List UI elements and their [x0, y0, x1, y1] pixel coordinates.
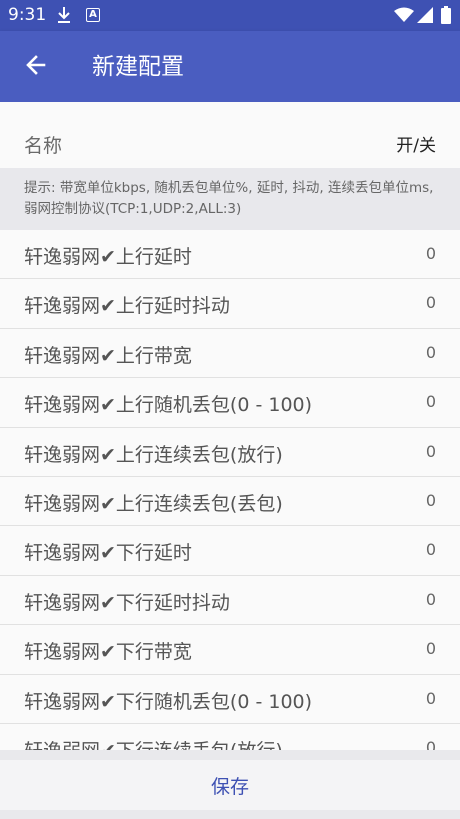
setting-label: 轩逸弱网✔上行随机丢包(0 - 100) — [24, 394, 313, 417]
wifi-icon — [394, 7, 414, 27]
setting-label: 轩逸弱网✔上行连续丢包(丢包) — [24, 492, 283, 515]
setting-row[interactable]: 轩逸弱网✔下行带宽 0 — [0, 625, 460, 675]
setting-row[interactable]: 轩逸弱网✔下行延时 0 — [0, 526, 460, 576]
setting-value: 0 — [425, 293, 436, 313]
save-button[interactable]: 保存 — [0, 760, 460, 810]
setting-row[interactable]: 轩逸弱网✔上行延时 0 — [0, 230, 460, 280]
setting-row[interactable]: 轩逸弱网✔上行带宽 0 — [0, 328, 460, 379]
app-bar: 新建配置 — [0, 31, 460, 102]
setting-value: 0 — [425, 392, 436, 412]
setting-row[interactable]: 轩逸弱网✔下行延时抖动 0 — [0, 575, 460, 626]
setting-row[interactable]: 轩逸弱网✔上行连续丢包(放行) 0 — [0, 427, 460, 477]
setting-value: 0 — [425, 688, 436, 708]
setting-value: 0 — [425, 441, 436, 461]
setting-label: 轩逸弱网✔下行延时抖动 — [24, 591, 230, 614]
setting-value: 0 — [425, 244, 436, 263]
setting-label: 轩逸弱网✔下行随机丢包(0 - 100) — [24, 690, 313, 713]
config-header-row: 名称 开/关 — [0, 118, 460, 168]
hint-box: 提示: 带宽单位kbps, 随机丢包单位%, 延时, 抖动, 连续丢包单位ms,… — [0, 168, 460, 230]
setting-label: 轩逸弱网✔上行带宽 — [24, 344, 192, 367]
page-title: 新建配置 — [92, 54, 184, 80]
setting-value: 0 — [425, 737, 436, 750]
setting-row[interactable]: 轩逸弱网✔下行随机丢包(0 - 100) 0 — [0, 674, 460, 724]
setting-row[interactable]: 轩逸弱网✔上行随机丢包(0 - 100) 0 — [0, 378, 460, 428]
setting-label: 轩逸弱网✔上行延时抖动 — [24, 295, 230, 318]
settings-list: 轩逸弱网✔上行延时 0 轩逸弱网✔上行延时抖动 0 轩逸弱网✔上行带宽 0 轩逸弱网✔… — [0, 230, 460, 750]
setting-label: 轩逸弱网✔上行连续丢包(放行) — [24, 443, 283, 466]
on-off-toggle[interactable]: 开/关 — [396, 131, 436, 156]
setting-value: 0 — [425, 589, 436, 609]
back-button[interactable] — [14, 45, 58, 89]
setting-row[interactable]: 轩逸弱网✔上行连续丢包(丢包) 0 — [0, 476, 460, 527]
setting-label: 轩逸弱网✔下行连续丢包(放行) — [24, 736, 283, 750]
status-bar: 9:31 A — [0, 0, 460, 31]
settings-content[interactable]: 名称 开/关 提示: 带宽单位kbps, 随机丢包单位%, 延时, 抖动, 连续… — [0, 102, 460, 750]
setting-value: 0 — [425, 540, 436, 560]
name-label: 名称 — [24, 135, 63, 157]
setting-label: 轩逸弱网✔上行延时 — [24, 246, 192, 268]
signal-icon — [416, 7, 434, 27]
setting-label: 轩逸弱网✔下行带宽 — [24, 641, 192, 664]
setting-value: 0 — [425, 490, 436, 510]
setting-row[interactable]: 轩逸弱网✔上行延时抖动 0 — [0, 279, 460, 329]
hint-text: 提示: 带宽单位kbps, 随机丢包单位%, 延时, 抖动, 连续丢包单位ms,… — [24, 180, 434, 217]
battery-icon — [441, 6, 451, 28]
bottom-bar: 保存 — [0, 750, 460, 819]
setting-row[interactable]: 轩逸弱网✔下行连续丢包(放行) 0 — [0, 723, 460, 750]
a-app-icon: A — [86, 8, 100, 22]
status-time: 9:31 — [8, 5, 47, 25]
download-icon — [56, 6, 72, 28]
setting-value: 0 — [425, 639, 436, 659]
arrow-left-icon — [24, 53, 48, 81]
setting-label: 轩逸弱网✔下行延时 — [24, 542, 192, 565]
setting-value: 0 — [425, 342, 436, 362]
